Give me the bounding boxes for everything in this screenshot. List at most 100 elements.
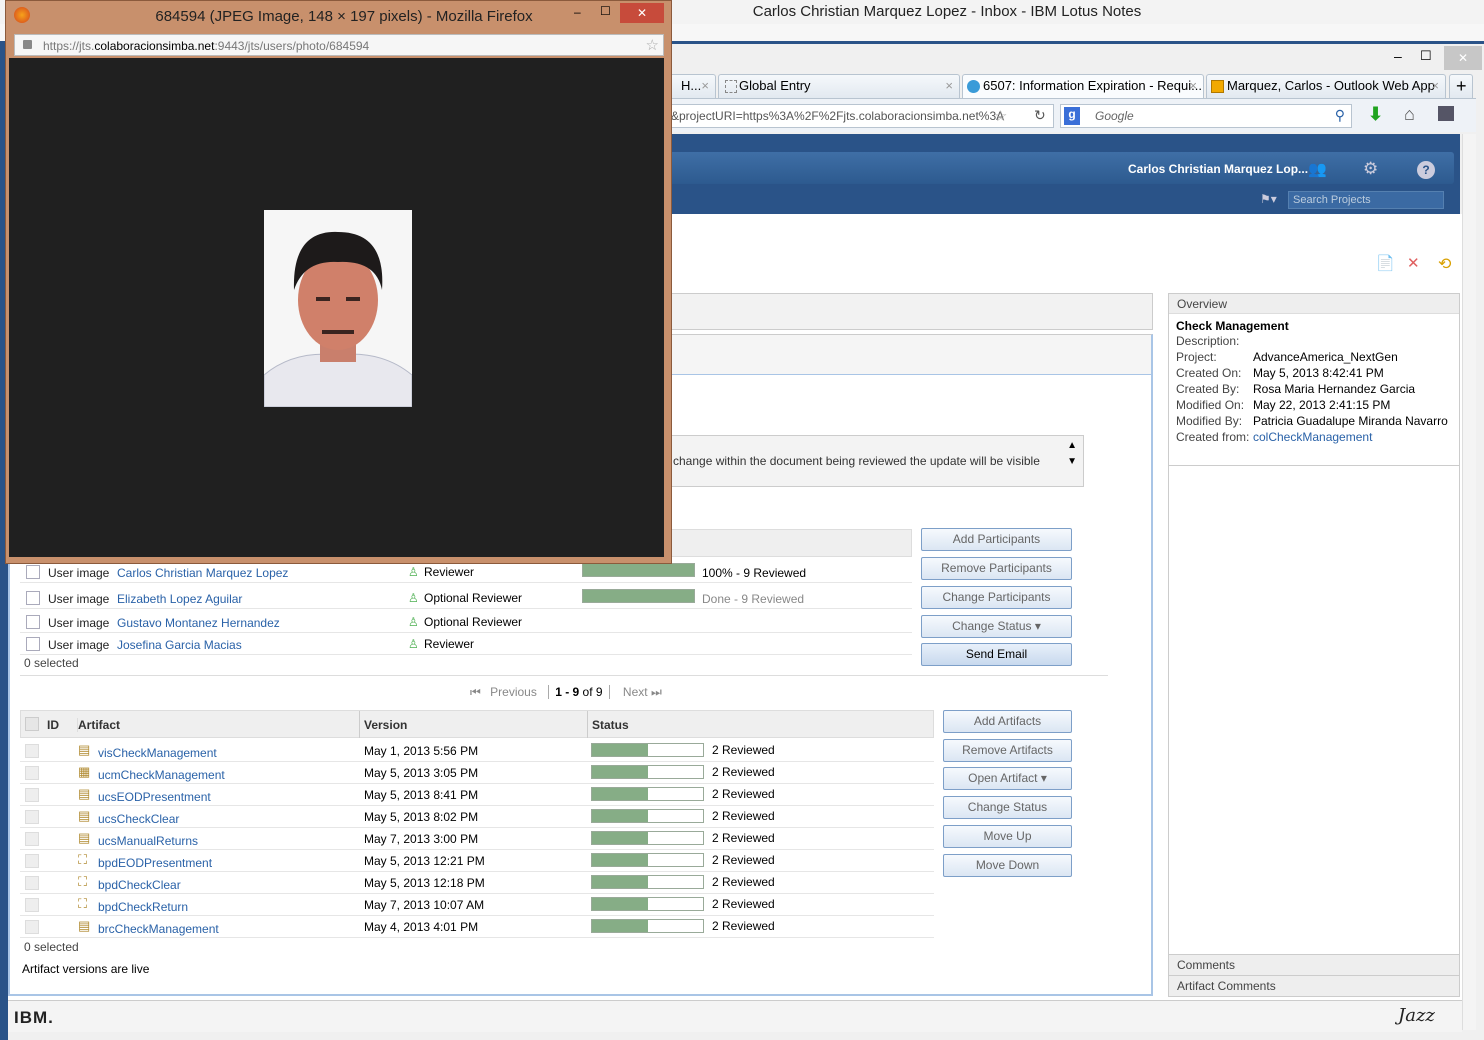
document-icon: ▤ xyxy=(78,808,91,823)
user-photo xyxy=(264,210,412,407)
change-participants-button[interactable]: Change Participants xyxy=(921,586,1072,609)
previous-link[interactable]: Previous xyxy=(490,685,537,699)
change-status-artifacts-button[interactable]: Change Status xyxy=(943,796,1072,819)
add-artifacts-button[interactable]: Add Artifacts xyxy=(943,710,1072,733)
artifact-link[interactable]: ucsEODPresentment xyxy=(98,790,211,804)
people-icon[interactable]: 👥 xyxy=(1308,160,1327,178)
scroll-up-icon[interactable]: ▲ xyxy=(1067,440,1077,451)
artifact-status: 2 Reviewed xyxy=(712,787,775,801)
tab-information-expiration[interactable]: 6507: Information Expiration - Requi... × xyxy=(962,74,1204,98)
refresh-icon[interactable]: ⟲ xyxy=(1438,254,1451,274)
artifact-version: May 7, 2013 3:00 PM xyxy=(364,832,479,846)
participant-name-link[interactable]: Gustavo Montanez Hernandez xyxy=(117,616,280,630)
maximize-button[interactable]: ☐ xyxy=(1420,48,1432,64)
artifact-status: 2 Reviewed xyxy=(712,875,775,889)
artifact-progress-bar xyxy=(591,897,704,911)
next-link[interactable]: Next xyxy=(623,685,648,699)
minimize-button[interactable]: – xyxy=(1394,48,1402,64)
popup-bookmark-star-icon[interactable]: ☆ xyxy=(646,36,659,54)
artifact-checkbox[interactable] xyxy=(25,876,39,890)
artifact-link[interactable]: visCheckManagement xyxy=(98,746,217,760)
popup-maximize-button[interactable]: ☐ xyxy=(600,4,611,18)
page-scrollbar[interactable] xyxy=(1462,134,1476,1030)
bookmarks-menu-icon[interactable] xyxy=(1438,106,1454,121)
user-image-alt: User image xyxy=(48,592,110,606)
move-down-button[interactable]: Move Down xyxy=(943,854,1072,877)
comments-section[interactable]: Comments xyxy=(1169,954,1459,975)
overview-title[interactable]: Overview xyxy=(1169,294,1459,314)
close-tab-icon[interactable]: × xyxy=(1189,75,1197,97)
artifact-checkbox[interactable] xyxy=(25,744,39,758)
participant-checkbox[interactable] xyxy=(26,615,40,629)
close-tab-icon[interactable]: × xyxy=(1431,75,1439,97)
close-tab-icon[interactable]: × xyxy=(945,75,953,97)
select-all-checkbox[interactable] xyxy=(25,717,39,731)
col-status[interactable]: Status xyxy=(587,711,629,738)
participant-checkbox[interactable] xyxy=(26,565,40,579)
artifact-checkbox[interactable] xyxy=(25,788,39,802)
artifact-checkbox[interactable] xyxy=(25,854,39,868)
home-icon[interactable]: ⌂ xyxy=(1404,104,1415,125)
artifacts-header: ID Artifact Version Status xyxy=(20,710,934,738)
last-page-icon[interactable]: ⏭ xyxy=(651,685,662,699)
help-icon[interactable]: ? xyxy=(1417,161,1435,179)
artifact-checkbox[interactable] xyxy=(25,898,39,912)
artifact-checkbox[interactable] xyxy=(25,810,39,824)
artifact-link[interactable]: ucmCheckManagement xyxy=(98,768,225,782)
col-version[interactable]: Version xyxy=(359,711,407,738)
scroll-down-icon[interactable]: ▼ xyxy=(1067,456,1077,467)
popup-url-bar[interactable]: https://jts.colaboracionsimba.net:9443/j… xyxy=(14,34,664,56)
footer: IBM. Jazz xyxy=(8,1000,1462,1032)
remove-participants-button[interactable]: Remove Participants xyxy=(921,557,1072,580)
optional-reviewer-icon: ♙ xyxy=(408,591,419,605)
new-tab-button[interactable]: + xyxy=(1449,74,1473,98)
tab-outlook[interactable]: Marquez, Carlos - Outlook Web App × xyxy=(1206,74,1446,98)
popup-close-button[interactable]: ✕ xyxy=(620,3,664,23)
close-button[interactable]: ✕ xyxy=(1444,46,1482,70)
add-participants-button[interactable]: Add Participants xyxy=(921,528,1072,551)
artifact-checkbox[interactable] xyxy=(25,832,39,846)
col-id[interactable]: ID xyxy=(47,718,59,732)
first-page-icon[interactable]: ⏮ xyxy=(470,685,481,699)
artifact-link[interactable]: bpdEODPresentment xyxy=(98,856,212,870)
gear-icon[interactable]: ⚙ xyxy=(1363,159,1378,179)
delete-icon[interactable]: ✕ xyxy=(1407,254,1420,272)
artifact-link[interactable]: bpdCheckClear xyxy=(98,878,181,892)
participant-row: User image Josefina Garcia Macias ♙ Revi… xyxy=(20,633,912,655)
participant-name-link[interactable]: Elizabeth Lopez Aguilar xyxy=(117,592,242,606)
participant-checkbox[interactable] xyxy=(26,591,40,605)
tab-global-entry[interactable]: Global Entry × xyxy=(718,74,960,98)
artifact-link[interactable]: brcCheckManagement xyxy=(98,922,219,936)
project-filter-icon[interactable]: ⚑▾ xyxy=(1260,192,1277,206)
search-icon[interactable]: ⚲ xyxy=(1335,107,1345,124)
report-icon[interactable]: 📄 xyxy=(1376,254,1395,272)
created-from-link[interactable]: colCheckManagement xyxy=(1253,430,1372,444)
move-up-button[interactable]: Move Up xyxy=(943,825,1072,848)
search-projects-input[interactable]: Search Projects xyxy=(1288,191,1444,209)
reload-icon[interactable]: ↻ xyxy=(1034,107,1046,124)
artifact-progress-bar xyxy=(591,787,704,801)
artifact-comments-section[interactable]: Artifact Comments xyxy=(1169,975,1459,996)
download-icon[interactable]: ⬇ xyxy=(1368,104,1383,125)
user-menu[interactable]: Carlos Christian Marquez Lop... xyxy=(1128,162,1308,176)
participant-checkbox[interactable] xyxy=(26,637,40,651)
divider xyxy=(20,675,1108,676)
artifact-link[interactable]: bpdCheckReturn xyxy=(98,900,188,914)
artifact-link[interactable]: ucsManualReturns xyxy=(98,834,198,848)
artifact-link[interactable]: ucsCheckClear xyxy=(98,812,179,826)
artifact-checkbox[interactable] xyxy=(25,766,39,780)
participant-role: Optional Reviewer xyxy=(424,615,523,629)
participant-name-link[interactable]: Carlos Christian Marquez Lopez xyxy=(117,566,288,580)
participant-name-link[interactable]: Josefina Garcia Macias xyxy=(117,638,242,652)
send-email-button[interactable]: Send Email xyxy=(921,643,1072,666)
artifact-row: ▤ ucsCheckClear May 5, 2013 8:02 PM 2 Re… xyxy=(20,806,934,828)
change-status-button[interactable]: Change Status ▾ xyxy=(921,615,1072,638)
bookmark-star-icon[interactable]: ☆ xyxy=(994,107,1007,125)
search-bar[interactable]: g Google ⚲ xyxy=(1060,104,1352,128)
open-artifact-button[interactable]: Open Artifact ▾ xyxy=(943,767,1072,790)
artifact-checkbox[interactable] xyxy=(25,920,39,934)
close-tab-icon[interactable]: × xyxy=(701,75,709,97)
col-artifact[interactable]: Artifact xyxy=(77,718,120,732)
popup-minimize-button[interactable]: – xyxy=(574,5,581,19)
remove-artifacts-button[interactable]: Remove Artifacts xyxy=(943,739,1072,762)
